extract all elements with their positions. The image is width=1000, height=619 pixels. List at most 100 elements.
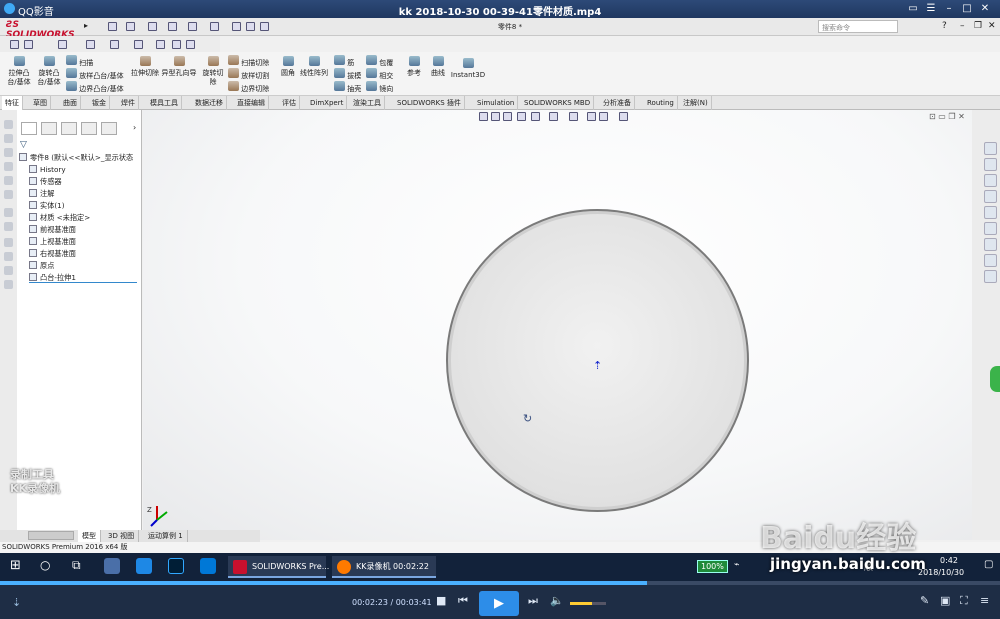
sweep-button[interactable]: 扫描 (66, 55, 93, 68)
tree-root[interactable]: 零件8 (默认<<默认>_显示状态 (19, 152, 133, 163)
ie-icon[interactable] (136, 558, 152, 574)
app-icon[interactable] (104, 558, 120, 574)
tab-features[interactable]: 特征 (2, 96, 23, 110)
tab-direct-editing[interactable]: 直接编辑 (234, 96, 269, 110)
tab-data-migration[interactable]: 数据迁移 (192, 96, 227, 110)
draft-button[interactable]: 拔模 (334, 68, 361, 81)
revolve-cut-button[interactable]: 旋转切除 (200, 56, 226, 87)
tool-icon[interactable] (4, 176, 13, 185)
progress-bar[interactable] (0, 581, 1000, 585)
photoshop-icon[interactable] (168, 558, 184, 574)
tab-evaluate[interactable]: 评估 (279, 96, 300, 110)
linear-pattern-button[interactable]: 线性阵列 (298, 56, 330, 78)
tree-item-front-plane[interactable]: 前视基准面 (29, 224, 76, 235)
display-style-icon[interactable] (549, 112, 558, 121)
zoom-fit-icon[interactable] (479, 112, 488, 121)
sw-minimize-button[interactable]: – (960, 21, 965, 31)
edit-appearance-icon[interactable] (587, 112, 596, 121)
curves-button[interactable]: 曲线 (428, 56, 448, 78)
battery-indicator[interactable]: 100% (697, 560, 728, 573)
tab-sw-addins[interactable]: SOLIDWORKS 插件 (394, 96, 465, 110)
options-icon[interactable] (260, 22, 269, 31)
tree-item-sensors[interactable]: 传感器 (29, 176, 62, 187)
tree-item-material[interactable]: 材质 <未指定> (29, 212, 90, 223)
shell-button[interactable]: 抽壳 (334, 81, 361, 94)
tab-annotations[interactable]: 注解(N) (680, 96, 712, 110)
sw-restore-button[interactable]: ❐ (974, 21, 982, 31)
forum-icon[interactable] (984, 238, 997, 251)
solidworks-logo[interactable]: ƧS SOLIDWORKS (6, 20, 86, 40)
playlist-icon[interactable]: ⇣ (12, 596, 21, 609)
tree-item-history[interactable]: History (29, 164, 66, 175)
rib-button[interactable]: 筋 (334, 55, 354, 68)
settings-icon[interactable]: ☰ (924, 2, 938, 15)
revolve-boss-button[interactable]: 旋转凸台/基体 (36, 56, 62, 87)
volume-slider[interactable] (570, 602, 606, 605)
minimize-button[interactable]: – (942, 2, 956, 15)
scene-icon[interactable] (172, 40, 181, 49)
open-icon[interactable] (126, 22, 135, 31)
tool-icon[interactable] (4, 266, 13, 275)
cortana-icon[interactable]: ○ (40, 558, 50, 572)
mirror-button[interactable]: 镜向 (366, 81, 393, 94)
tab-routing[interactable]: Routing (644, 96, 678, 110)
loft-boss-button[interactable]: 放样凸台/基体 (66, 68, 124, 81)
panel-expand-icon[interactable]: › (133, 123, 136, 132)
heads-up-view-toolbar[interactable] (479, 112, 659, 122)
custom-properties-icon[interactable] (984, 222, 997, 235)
appearance-icon[interactable] (156, 40, 165, 49)
edge-icon[interactable] (200, 558, 216, 574)
lofted-cut-button[interactable]: 放样切割 (228, 68, 269, 81)
fullscreen-icon[interactable]: ⛶ (960, 594, 968, 608)
tab-motion-study[interactable]: 运动算例 1 (144, 530, 188, 542)
stop-icon[interactable]: ■ (436, 594, 446, 607)
side-expand-handle[interactable] (990, 366, 1000, 392)
extrude-boss-button[interactable]: 拉伸凸台/基体 (4, 56, 34, 87)
viewport-window-controls[interactable]: ⊡ ▭ ❐ ✕ (929, 112, 965, 121)
tool-icon[interactable] (4, 208, 13, 217)
file-explorer-icon[interactable] (984, 190, 997, 203)
tree-item-boss-extrude[interactable]: 凸台-拉伸1 (29, 272, 137, 283)
hole-wizard-button[interactable]: 异型孔向导 (160, 56, 198, 78)
select-icon[interactable] (210, 22, 219, 31)
next-icon[interactable]: ⏭ (528, 594, 538, 608)
monitor-icon[interactable] (186, 40, 195, 49)
tab-surfaces[interactable]: 曲面 (60, 96, 81, 110)
scene-icon[interactable] (599, 112, 608, 121)
toolbox-icon[interactable] (984, 254, 997, 267)
tab-mold-tools[interactable]: 模具工具 (147, 96, 182, 110)
start-icon[interactable]: ⊞ (10, 558, 21, 573)
view-orientation-icon[interactable] (531, 112, 540, 121)
new-icon[interactable] (108, 22, 117, 31)
tab-3d-views[interactable]: 3D 视图 (104, 530, 140, 542)
config-manager-tab-icon[interactable] (61, 122, 77, 135)
file-properties-icon[interactable] (246, 22, 255, 31)
menu-icon[interactable]: ≡ (980, 594, 989, 607)
plug-icon[interactable]: ⌁ (734, 560, 739, 570)
previous-view-icon[interactable] (503, 112, 512, 121)
boundary-boss-button[interactable]: 边界凸台/基体 (66, 81, 124, 94)
tab-dimxpert[interactable]: DimXpert (307, 96, 348, 110)
graphics-area[interactable]: ⊡ ▭ ❐ ✕ ⇡ ↻ Z (143, 110, 972, 540)
clock-time[interactable]: 0:42 (940, 556, 958, 565)
tree-item-right-plane[interactable]: 右视基准面 (29, 248, 76, 259)
tree-item-annotations[interactable]: 注解 (29, 188, 54, 199)
view-settings-icon[interactable] (619, 112, 628, 121)
tab-render-tools[interactable]: 渲染工具 (350, 96, 385, 110)
previous-icon[interactable]: ⏮ (458, 594, 468, 608)
display-manager-tab-icon[interactable] (101, 122, 117, 135)
swept-cut-button[interactable]: 扫描切除 (228, 55, 269, 68)
tab-sw-mbd[interactable]: SOLIDWORKS MBD (521, 96, 595, 110)
hide-show-icon[interactable] (569, 112, 578, 121)
tool-icon[interactable] (4, 238, 13, 247)
help-icon[interactable]: ? (942, 21, 947, 31)
section-view-icon[interactable] (517, 112, 526, 121)
wrap-button[interactable]: 包覆 (366, 55, 393, 68)
tool-icon[interactable] (4, 252, 13, 261)
undo-icon[interactable] (188, 22, 197, 31)
instant3d-button[interactable]: Instant3D (450, 58, 486, 80)
save-icon[interactable] (148, 22, 157, 31)
tree-item-solid-bodies[interactable]: 实体(1) (29, 200, 65, 211)
tool-icon[interactable] (4, 222, 13, 231)
design-library-icon[interactable] (984, 174, 997, 187)
